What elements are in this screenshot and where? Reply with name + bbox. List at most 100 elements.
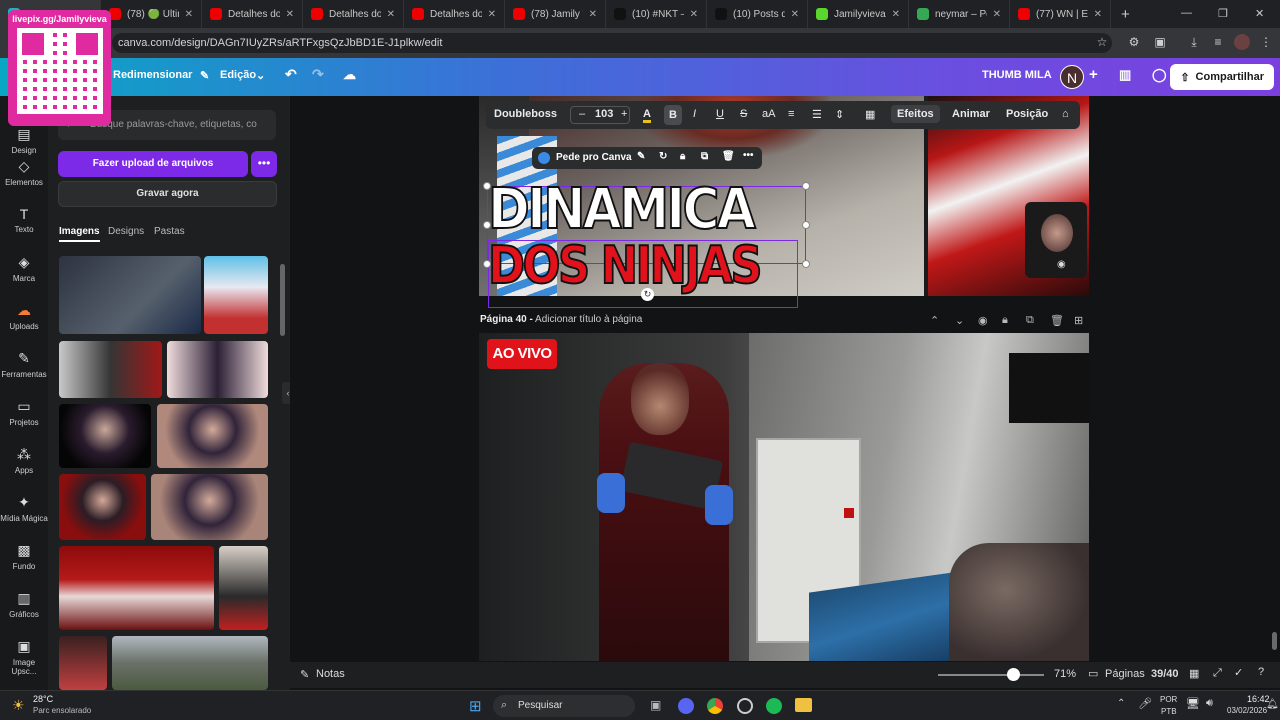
headline-line-2[interactable]: DOS NINJAS <box>487 239 763 293</box>
windows-start-icon[interactable]: ⊞ <box>469 697 482 715</box>
help-icon[interactable]: ? <box>1258 666 1264 678</box>
window-close-icon[interactable]: ✕ <box>1255 7 1264 20</box>
headline-line-1[interactable]: DINAMICA <box>487 181 757 239</box>
weather-desc[interactable]: Parc ensolarado <box>33 706 91 715</box>
check-icon[interactable]: ✓ <box>1234 666 1243 679</box>
underline-icon[interactable]: U <box>716 108 724 120</box>
notes-button[interactable]: Notas <box>316 668 345 680</box>
list-icon[interactable]: ☰ <box>812 108 822 121</box>
upload-thumbnail[interactable] <box>59 256 201 334</box>
letter-case-icon[interactable]: aA <box>762 108 775 120</box>
upload-thumbnail[interactable] <box>59 404 151 468</box>
upload-thumbnail[interactable] <box>167 341 268 398</box>
rail-item-magic-media[interactable]: ✦ Mídia Mágica <box>0 494 48 523</box>
rail-item-brand[interactable]: ◈ Marca <box>0 254 48 283</box>
position-button[interactable]: Posição <box>1006 108 1048 120</box>
language-secondary[interactable]: PTB <box>1161 707 1177 716</box>
discord-icon[interactable] <box>678 698 694 714</box>
align-icon[interactable]: ≡ <box>788 108 794 120</box>
browser-tab[interactable]: Detalhes do ví ✕ <box>202 0 303 28</box>
profile-avatar-icon[interactable] <box>1234 34 1250 50</box>
bookmark-star-icon[interactable]: ☆ <box>1094 34 1110 50</box>
effects-button[interactable]: Efeitos <box>891 105 940 123</box>
comments-icon[interactable]: ◯ <box>1152 67 1167 83</box>
browser-tab[interactable]: (77) WN | ESTR ✕ <box>1010 0 1111 28</box>
refresh-icon[interactable]: ↻ <box>659 151 667 162</box>
tab-close-icon[interactable]: ✕ <box>488 9 496 20</box>
resize-handle[interactable] <box>483 260 491 268</box>
rail-item-apps[interactable]: ⁂ Apps <box>0 446 48 475</box>
upload-thumbnail[interactable] <box>219 546 268 630</box>
browser-tab[interactable]: (78) 🟢 Últimos ✕ <box>101 0 202 28</box>
bold-icon[interactable]: B <box>664 105 682 125</box>
delete-page-icon[interactable]: 🗑︎ <box>1050 314 1064 327</box>
tab-close-icon[interactable]: ✕ <box>589 9 597 20</box>
tab-designs[interactable]: Designs <box>108 226 144 237</box>
tab-close-icon[interactable]: ✕ <box>690 9 698 20</box>
decrease-font-size-icon[interactable]: – <box>579 108 585 120</box>
grid-view-icon[interactable]: ▦ <box>1189 667 1199 680</box>
animate-button[interactable]: Animar <box>952 108 990 120</box>
rail-item-elements[interactable]: ◇ Elementos <box>0 158 48 187</box>
browser-tab[interactable]: (10) Posts de n ✕ <box>707 0 808 28</box>
rail-item-charts[interactable]: ▥ Gráficos <box>0 590 48 619</box>
zoom-slider-knob[interactable] <box>1007 668 1021 681</box>
extension-icon[interactable]: ⚙ <box>1126 34 1142 50</box>
live-badge[interactable]: AO VIVO <box>487 339 557 369</box>
rail-item-upload[interactable]: ☁ Uploads <box>0 302 48 331</box>
duplicate-icon[interactable]: ⧉ <box>701 151 708 162</box>
upload-thumbnail[interactable] <box>59 341 162 398</box>
insights-chart-icon[interactable]: ▥ <box>1119 67 1131 83</box>
resize-handle[interactable] <box>802 260 810 268</box>
add-page-title-hint[interactable]: Adicionar título à página <box>535 314 642 325</box>
chevron-up-icon[interactable]: ⌃ <box>930 314 939 327</box>
chevron-down-icon[interactable]: ⌄ <box>955 314 964 327</box>
upload-files-button[interactable]: Fazer upload de arquivos <box>58 151 248 177</box>
tab-close-icon[interactable]: ✕ <box>1094 9 1102 20</box>
add-page-icon[interactable]: ⊞ <box>1074 314 1083 327</box>
browser-tab[interactable]: (10) #NKT – Bu ✕ <box>606 0 707 28</box>
spacing-icon[interactable]: ⇕ <box>835 108 844 121</box>
upload-thumbnail[interactable] <box>157 404 268 468</box>
rail-item-background[interactable]: ▩ Fundo <box>0 542 48 571</box>
browser-menu-icon[interactable]: ⋮ <box>1258 34 1274 50</box>
volume-icon[interactable]: 🔊︎ <box>1206 697 1213 710</box>
copy-style-paint-roller-icon[interactable]: ⌂ <box>1062 108 1069 120</box>
resize-handle[interactable] <box>483 182 491 190</box>
upload-thumbnail[interactable] <box>59 546 214 630</box>
tab-folders[interactable]: Pastas <box>154 226 185 237</box>
tab-close-icon[interactable]: ✕ <box>791 9 799 20</box>
spotify-icon[interactable] <box>766 698 782 714</box>
upload-thumbnail[interactable] <box>112 636 268 690</box>
tab-close-icon[interactable]: ✕ <box>185 9 193 20</box>
transparency-icon[interactable]: ▦ <box>865 108 875 121</box>
tab-close-icon[interactable]: ✕ <box>286 9 294 20</box>
resize-handle[interactable] <box>483 221 491 229</box>
add-collaborator-icon[interactable]: + <box>1089 66 1098 83</box>
user-avatar[interactable]: N <box>1060 65 1084 89</box>
zoom-level[interactable]: 71% <box>1054 668 1076 680</box>
workspace-scrollbar[interactable] <box>1272 632 1277 650</box>
tab-close-icon[interactable]: ✕ <box>993 9 1001 20</box>
fullscreen-icon[interactable]: ⤢ <box>1213 667 1222 680</box>
rail-item-image-upscale[interactable]: ▣ Image Upsc... <box>0 638 48 676</box>
redo-icon[interactable]: ↷ <box>312 66 324 83</box>
browser-tab[interactable]: Detalhes do ví ✕ <box>404 0 505 28</box>
rail-item-design[interactable]: ▤ Design <box>0 126 48 155</box>
app-icon[interactable] <box>737 698 753 714</box>
duplicate-page-icon[interactable]: ⧉ <box>1026 314 1034 327</box>
upload-thumbnail[interactable] <box>151 474 268 540</box>
share-button[interactable]: ⇧ Compartilhar <box>1170 64 1274 90</box>
upload-thumbnail[interactable] <box>59 636 107 690</box>
task-view-icon[interactable]: ▣ <box>650 698 661 712</box>
page-title-row[interactable]: Página 40 - Adicionar título à página <box>480 314 642 325</box>
network-icon[interactable]: 🖥︎ <box>1186 697 1200 710</box>
hide-page-eye-icon[interactable]: ◉ <box>978 314 988 327</box>
url-field[interactable]: canva.com/design/DAGn7IUyZRs/aRTFxgsQzJb… <box>112 33 1112 53</box>
pages-button[interactable]: Páginas <box>1105 668 1145 680</box>
tab-close-icon[interactable]: ✕ <box>892 9 900 20</box>
microphone-icon[interactable]: 🎤︎ <box>1138 697 1152 710</box>
rail-item-text[interactable]: T Texto <box>0 206 48 234</box>
italic-icon[interactable]: I <box>693 108 696 120</box>
magic-edit-icon[interactable]: ✎ <box>637 151 645 162</box>
